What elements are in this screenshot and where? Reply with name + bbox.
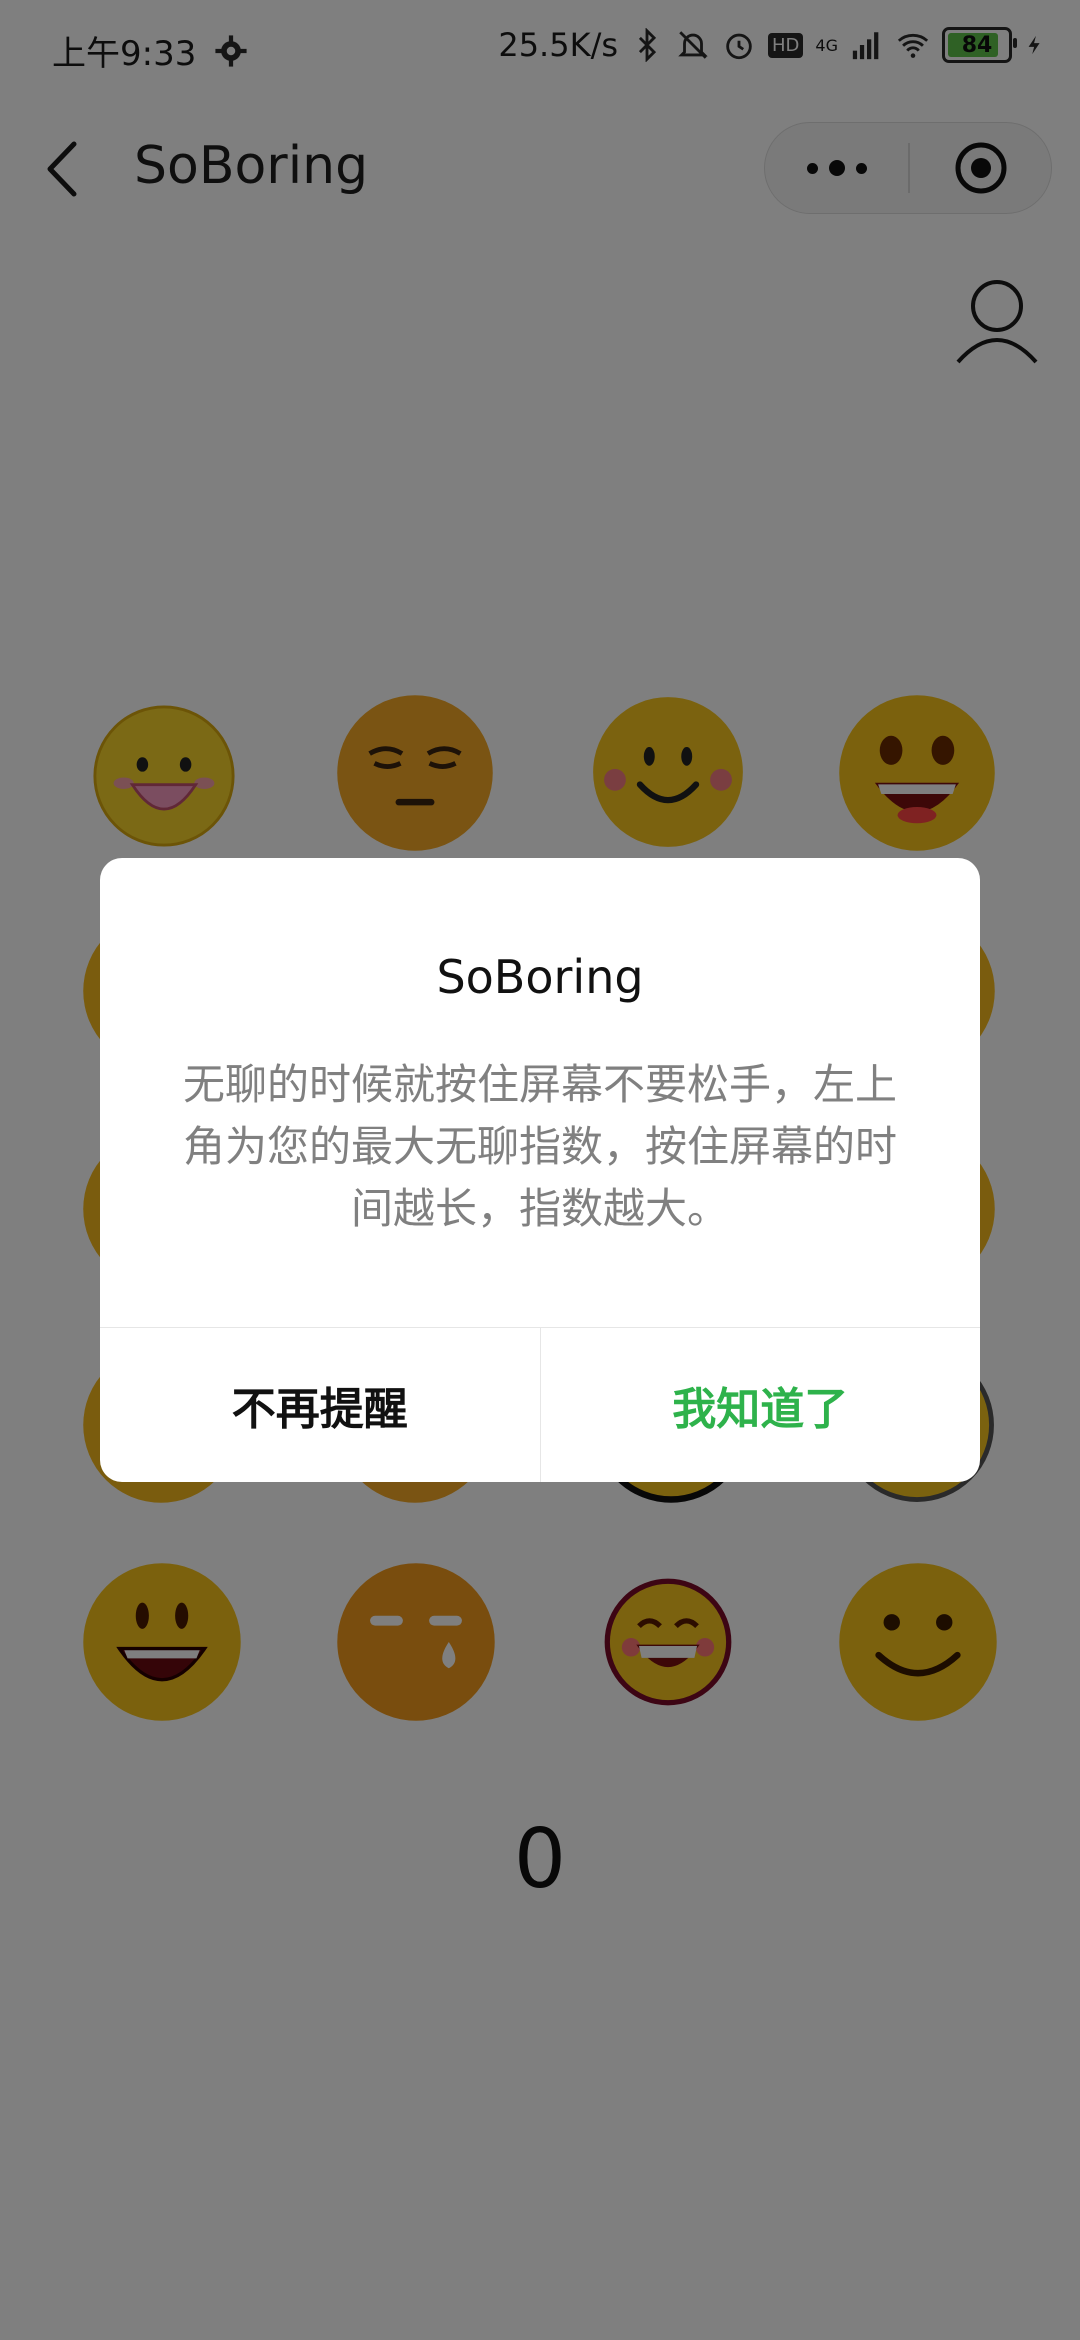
dont-remind-button[interactable]: 不再提醒 — [100, 1328, 541, 1482]
dialog-title: SoBoring — [436, 950, 644, 1004]
modal-dialog: SoBoring 无聊的时候就按住屏幕不要松手，左上角为您的最大无聊指数，按住屏… — [100, 858, 980, 1482]
got-it-button[interactable]: 我知道了 — [541, 1328, 981, 1482]
dialog-actions: 不再提醒 我知道了 — [100, 1327, 980, 1482]
dialog-message: 无聊的时候就按住屏幕不要松手，左上角为您的最大无聊指数，按住屏幕的时间越长，指数… — [182, 1060, 897, 1233]
